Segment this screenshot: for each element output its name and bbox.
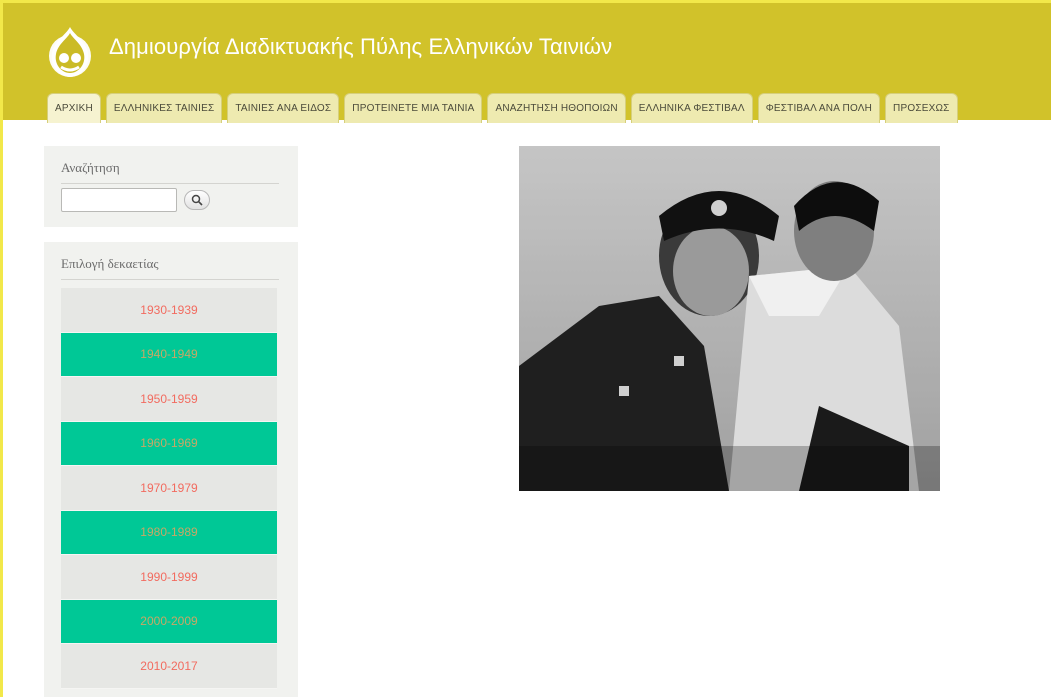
tab-greek-movies[interactable]: ΕΛΛΗΝΙΚΕΣ ΤΑΙΝΙΕΣ: [105, 93, 223, 123]
search-block-title: Αναζήτηση: [61, 160, 279, 184]
site-header: Δημιουργία Διαδικτυακής Πύλης Ελληνικών …: [3, 3, 1051, 123]
decade-link-1940[interactable]: 1940-1949: [61, 332, 277, 377]
decade-link-1980[interactable]: 1980-1989: [61, 510, 277, 555]
decade-block-title: Επιλογή δεκαετίας: [61, 256, 279, 280]
tab-actor-search[interactable]: ΑΝΑΖΗΤΗΣΗ ΗΘΟΠΟΙΩΝ: [487, 93, 626, 123]
decade-link-1970[interactable]: 1970-1979: [61, 466, 277, 511]
search-icon: [191, 194, 203, 206]
drupal-logo-icon[interactable]: [42, 23, 98, 79]
decade-link-2010[interactable]: 2010-2017: [61, 644, 277, 689]
decade-link-1930[interactable]: 1930-1939: [61, 288, 277, 333]
tab-festivals-by-city[interactable]: ΦΕΣΤΙΒΑΛ ΑΝΑ ΠΟΛΗ: [757, 93, 881, 123]
search-block: Αναζήτηση: [44, 146, 298, 227]
tab-home[interactable]: ΑΡΧΙΚΗ: [47, 93, 101, 123]
tab-movies-by-genre[interactable]: ΤΑΙΝΙΕΣ ΑΝΑ ΕΙΔΟΣ: [227, 93, 340, 123]
site-title[interactable]: Δημιουργία Διαδικτυακής Πύλης Ελληνικών …: [109, 34, 612, 60]
movie-still-illustration: [519, 146, 940, 491]
decade-link-1960[interactable]: 1960-1969: [61, 421, 277, 466]
search-input[interactable]: [61, 188, 177, 212]
decade-link-1990[interactable]: 1990-1999: [61, 555, 277, 600]
main-nav: ΑΡΧΙΚΗ ΕΛΛΗΝΙΚΕΣ ΤΑΙΝΙΕΣ ΤΑΙΝΙΕΣ ΑΝΑ ΕΙΔ…: [47, 89, 958, 123]
decade-selection-block: Επιλογή δεκαετίας 1930-1939 1940-1949 19…: [44, 242, 298, 697]
decade-link-2000[interactable]: 2000-2009: [61, 599, 277, 644]
tab-suggest-movie[interactable]: ΠΡΟΤΕΙΝΕΤΕ ΜΙΑ ΤΑΙΝΙΑ: [344, 93, 483, 123]
decade-list: 1930-1939 1940-1949 1950-1959 1960-1969 …: [61, 288, 277, 689]
tab-coming-soon[interactable]: ΠΡΟΣΕΧΩΣ: [885, 93, 958, 123]
movie-still-photo: [519, 146, 940, 491]
search-button[interactable]: [184, 190, 210, 210]
tab-greek-festivals[interactable]: ΕΛΛΗΝΙΚΑ ΦΕΣΤΙΒΑΛ: [630, 93, 753, 123]
decade-link-1950[interactable]: 1950-1959: [61, 377, 277, 422]
